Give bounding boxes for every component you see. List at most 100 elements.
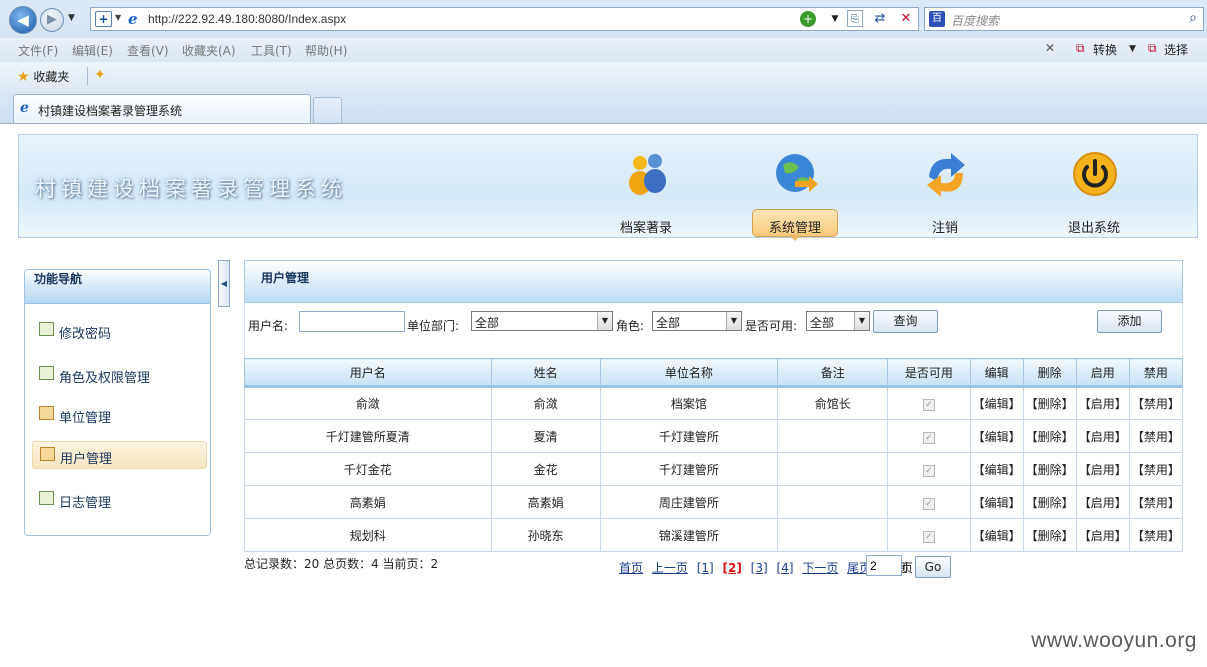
browser-tab-active[interactable]: e 村镇建设档案著录管理系统 bbox=[13, 94, 311, 123]
chevron-down-icon[interactable]: ▼ bbox=[726, 312, 741, 330]
cell-enable: 【启用】 bbox=[1075, 452, 1130, 486]
search-icon[interactable]: ⌕ bbox=[1189, 10, 1197, 26]
compatibility-icon[interactable]: ⎘ bbox=[847, 10, 863, 27]
menu-help[interactable]: 帮助(H) bbox=[305, 42, 347, 59]
delete-link[interactable]: 【删除】 bbox=[1026, 397, 1074, 411]
first-page-link[interactable]: 首页 bbox=[619, 561, 643, 575]
edit-link[interactable]: 【编辑】 bbox=[973, 463, 1021, 477]
edit-link[interactable]: 【编辑】 bbox=[973, 397, 1021, 411]
stop-icon[interactable]: ✕ bbox=[897, 10, 915, 28]
favorites-button[interactable]: ★ 收藏夹 bbox=[17, 68, 69, 85]
star-icon: ★ bbox=[17, 69, 30, 85]
cell-username: 规划科 bbox=[244, 518, 492, 552]
menu-edit[interactable]: 编辑(E) bbox=[72, 42, 113, 59]
dept-select[interactable]: 全部 ▼ bbox=[471, 311, 613, 331]
delete-link[interactable]: 【删除】 bbox=[1026, 496, 1074, 510]
sidebar-item-roles-permissions[interactable]: 角色及权限管理 bbox=[32, 361, 207, 389]
enabled-select[interactable]: 全部 ▼ bbox=[806, 311, 870, 331]
disable-link[interactable]: 【禁用】 bbox=[1132, 430, 1180, 444]
go-button[interactable]: Go bbox=[915, 556, 951, 578]
enable-link[interactable]: 【启用】 bbox=[1079, 397, 1127, 411]
page-link-4[interactable]: [4] bbox=[777, 561, 794, 575]
page-link-1[interactable]: [1] bbox=[697, 561, 714, 575]
history-dropdown-icon[interactable]: ▼ bbox=[68, 13, 75, 23]
chevron-down-icon[interactable]: ▼ bbox=[115, 13, 121, 22]
user-icon bbox=[40, 447, 55, 461]
back-button[interactable]: ◀ bbox=[9, 6, 37, 34]
enable-link[interactable]: 【启用】 bbox=[1079, 529, 1127, 543]
nav-logout[interactable]: 注销 bbox=[895, 141, 995, 236]
add-icon[interactable]: + bbox=[800, 11, 816, 27]
sidebar-item-user-management[interactable]: 用户管理 bbox=[32, 441, 207, 469]
prev-page-link[interactable]: 上一页 bbox=[652, 561, 688, 575]
chevron-down-icon[interactable]: ▼ bbox=[597, 312, 612, 330]
sidebar-item-label: 角色及权限管理 bbox=[59, 371, 151, 386]
enable-link[interactable]: 【启用】 bbox=[1079, 496, 1127, 510]
disable-link[interactable]: 【禁用】 bbox=[1132, 529, 1180, 543]
nav-label: 系统管理 bbox=[768, 221, 821, 236]
cell-note bbox=[777, 485, 889, 519]
menu-view[interactable]: 查看(V) bbox=[127, 42, 169, 59]
cell-edit: 【编辑】 bbox=[969, 386, 1024, 420]
nav-archive-entry[interactable]: 档案著录 bbox=[596, 141, 696, 236]
enabled-label: 是否可用: bbox=[745, 319, 798, 333]
username-input[interactable] bbox=[299, 311, 405, 332]
cell-disable: 【禁用】 bbox=[1128, 485, 1184, 519]
refresh-icon[interactable]: ⇄ bbox=[871, 10, 889, 28]
enable-link[interactable]: 【启用】 bbox=[1079, 430, 1127, 444]
edit-link[interactable]: 【编辑】 bbox=[973, 496, 1021, 510]
chevron-down-icon[interactable]: ▼ bbox=[854, 312, 869, 330]
next-page-link[interactable]: 下一页 bbox=[802, 561, 838, 575]
delete-link[interactable]: 【删除】 bbox=[1026, 529, 1074, 543]
url-text[interactable]: http://222.92.49.180:8080/Index.aspx bbox=[148, 12, 346, 26]
disable-link[interactable]: 【禁用】 bbox=[1132, 496, 1180, 510]
new-tab-button[interactable] bbox=[313, 97, 342, 123]
nav-system-management[interactable]: 系统管理 bbox=[745, 141, 845, 241]
menu-favorites[interactable]: 收藏夹(A) bbox=[182, 42, 236, 59]
cell-username: 千灯建管所夏清 bbox=[244, 419, 492, 453]
cell-enable: 【启用】 bbox=[1075, 485, 1130, 519]
edit-link[interactable]: 【编辑】 bbox=[973, 430, 1021, 444]
browser-nav-row: ◀ ▶ ▼ + ▼ e http://222.92.49.180:8080/In… bbox=[0, 0, 1207, 38]
menu-file[interactable]: 文件(F) bbox=[18, 42, 58, 59]
tab-strip: e 村镇建设档案著录管理系统 bbox=[0, 90, 1207, 123]
table-row: 千灯金花 金花 千灯建管所 ✓ 【编辑】 【删除】 【启用】 【禁用】 bbox=[244, 452, 1184, 486]
role-select[interactable]: 全部 ▼ bbox=[652, 311, 742, 331]
cell-enable: 【启用】 bbox=[1075, 386, 1130, 420]
sidebar-item-log-management[interactable]: 日志管理 bbox=[32, 486, 207, 514]
collapse-sidebar-button[interactable]: ◀ bbox=[218, 260, 230, 307]
sidebar-item-change-password[interactable]: 修改密码 bbox=[32, 317, 207, 345]
add-button[interactable]: 添加 bbox=[1097, 310, 1162, 333]
search-box[interactable]: 百 百度搜索 ⌕ bbox=[924, 7, 1204, 31]
convert-button[interactable]: 转换 bbox=[1093, 41, 1117, 58]
compat-view-icon[interactable]: + bbox=[95, 11, 112, 27]
delete-link[interactable]: 【删除】 bbox=[1026, 430, 1074, 444]
edit-link[interactable]: 【编辑】 bbox=[973, 529, 1021, 543]
sidebar-item-unit-management[interactable]: 单位管理 bbox=[32, 401, 207, 429]
cell-disable: 【禁用】 bbox=[1128, 386, 1184, 420]
page-link-current[interactable]: [2] bbox=[723, 561, 742, 575]
search-input[interactable]: 百度搜索 bbox=[951, 12, 999, 29]
chevron-down-icon[interactable]: ▼ bbox=[1129, 44, 1136, 54]
chevron-down-icon[interactable]: ▼ bbox=[826, 10, 844, 28]
disable-link[interactable]: 【禁用】 bbox=[1132, 463, 1180, 477]
table-row: 俞潋 俞潋 档案馆 俞馆长 ✓ 【编辑】 【删除】 【启用】 【禁用】 bbox=[244, 386, 1184, 420]
close-icon[interactable]: ✕ bbox=[1045, 41, 1055, 55]
page-link-3[interactable]: [3] bbox=[751, 561, 768, 575]
add-favorite-icon[interactable]: ✦ bbox=[94, 67, 106, 83]
address-bar[interactable]: + ▼ e http://222.92.49.180:8080/Index.as… bbox=[90, 7, 919, 31]
disable-link[interactable]: 【禁用】 bbox=[1132, 397, 1180, 411]
menu-tools[interactable]: 工具(T) bbox=[251, 42, 292, 59]
select-button[interactable]: 选择 bbox=[1164, 41, 1188, 58]
delete-link[interactable]: 【删除】 bbox=[1026, 463, 1074, 477]
divider bbox=[87, 67, 88, 85]
forward-button[interactable]: ▶ bbox=[40, 8, 64, 32]
enable-link[interactable]: 【启用】 bbox=[1079, 463, 1127, 477]
record-stats: 总记录数：20 总页数：4 当前页：2 bbox=[244, 557, 439, 571]
cell-delete: 【删除】 bbox=[1022, 485, 1077, 519]
goto-page-input[interactable] bbox=[866, 555, 902, 576]
query-button[interactable]: 查询 bbox=[873, 310, 938, 333]
cell-unit: 锦溪建管所 bbox=[599, 518, 779, 552]
cell-disable: 【禁用】 bbox=[1128, 518, 1184, 552]
nav-exit-system[interactable]: 退出系统 bbox=[1044, 141, 1144, 236]
